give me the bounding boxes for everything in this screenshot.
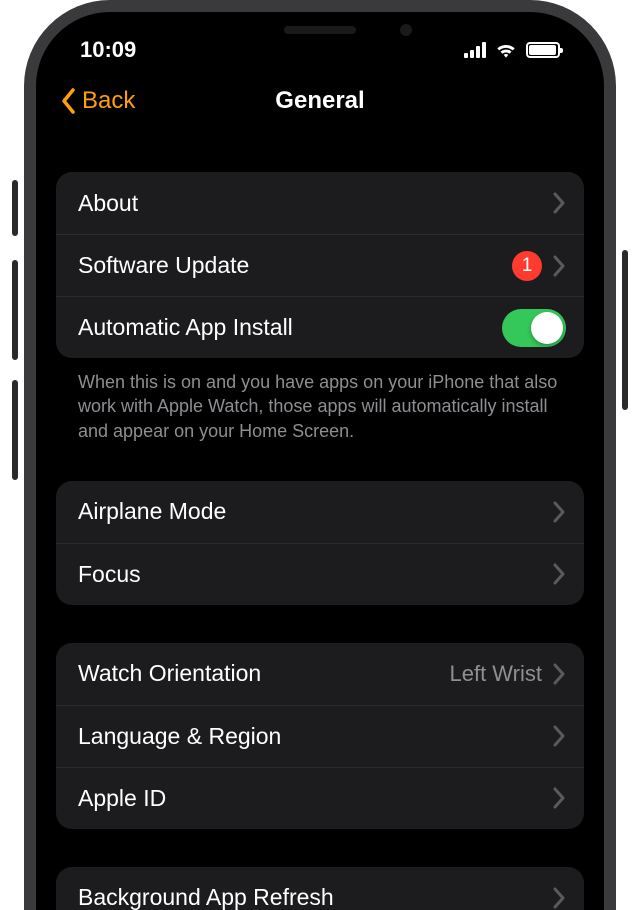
nav-bar: Back General [36, 70, 604, 132]
chevron-right-icon [552, 887, 566, 909]
chevron-right-icon [552, 501, 566, 523]
row-label: Automatic App Install [78, 314, 492, 341]
row-label: Background App Refresh [78, 884, 542, 910]
chevron-left-icon [60, 87, 78, 115]
row-label: Airplane Mode [78, 498, 542, 525]
row-label: Apple ID [78, 785, 542, 812]
chevron-right-icon [552, 725, 566, 747]
row-airplane-mode[interactable]: Airplane Mode [56, 481, 584, 543]
settings-group: Watch Orientation Left Wrist Language & … [56, 643, 584, 829]
cellular-icon [464, 42, 486, 58]
row-value: Left Wrist [449, 661, 542, 687]
section-footer: When this is on and you have apps on you… [56, 358, 584, 443]
row-language-region[interactable]: Language & Region [56, 705, 584, 767]
chevron-right-icon [552, 563, 566, 585]
chevron-right-icon [552, 255, 566, 277]
row-label: Language & Region [78, 723, 542, 750]
chevron-right-icon [552, 787, 566, 809]
row-apple-id[interactable]: Apple ID [56, 767, 584, 829]
phone-frame: 10:09 Back General About [24, 0, 616, 910]
screen: 10:09 Back General About [36, 12, 604, 910]
back-label: Back [82, 87, 135, 115]
battery-icon [526, 42, 560, 58]
wifi-icon [495, 42, 517, 58]
row-focus[interactable]: Focus [56, 543, 584, 605]
back-button[interactable]: Back [60, 87, 135, 115]
settings-group: About Software Update 1 Automatic App In… [56, 172, 584, 358]
row-background-app-refresh[interactable]: Background App Refresh [56, 867, 584, 910]
settings-group: Background App Refresh [56, 867, 584, 910]
chevron-right-icon [552, 192, 566, 214]
notch [190, 12, 450, 52]
status-time: 10:09 [80, 37, 136, 63]
row-label: Software Update [78, 252, 502, 279]
update-badge: 1 [512, 251, 542, 281]
row-label: About [78, 190, 542, 217]
row-label: Focus [78, 561, 542, 588]
row-label: Watch Orientation [78, 660, 439, 687]
row-software-update[interactable]: Software Update 1 [56, 234, 584, 296]
row-about[interactable]: About [56, 172, 584, 234]
auto-install-toggle[interactable] [502, 309, 566, 347]
settings-group: Airplane Mode Focus [56, 481, 584, 605]
chevron-right-icon [552, 663, 566, 685]
row-auto-install[interactable]: Automatic App Install [56, 296, 584, 358]
settings-list[interactable]: About Software Update 1 Automatic App In… [36, 132, 604, 910]
row-watch-orientation[interactable]: Watch Orientation Left Wrist [56, 643, 584, 705]
